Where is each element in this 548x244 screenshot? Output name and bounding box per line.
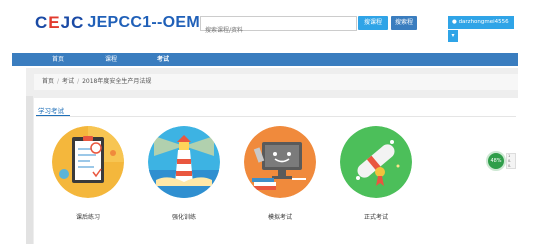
progress-ring[interactable]: 48% — [486, 151, 506, 171]
logo-letter: C — [71, 13, 84, 32]
widget-panel: 1 0. 0. — [506, 153, 516, 169]
section-title: 学习考试 — [38, 107, 64, 115]
logo-letter: J — [60, 13, 71, 32]
search-box[interactable] — [200, 16, 357, 37]
exam-paper-icon[interactable] — [52, 126, 124, 198]
lighthouse-icon[interactable] — [148, 126, 220, 198]
logo-letter: C — [35, 13, 48, 32]
user-dropdown-toggle[interactable]: ▾ — [448, 30, 458, 42]
card-practice[interactable]: 课后练习 — [48, 126, 128, 236]
search-course-button[interactable]: 搜课程 — [358, 16, 388, 30]
section-divider — [36, 116, 516, 117]
nav-item-course[interactable]: 课程 — [105, 53, 117, 66]
card-label[interactable]: 强化训练 — [144, 212, 224, 221]
sidebar-strip — [26, 96, 33, 244]
logo-mark: C E J C — [35, 14, 83, 32]
card-formal-exam[interactable]: 正式考试 — [336, 126, 416, 236]
main-nav: 首页 课程 考试 — [12, 53, 518, 66]
main-content: 学习考试 课后练习 强化训练 模拟考试 正式考试 — [34, 98, 518, 244]
computer-monitor-icon[interactable] — [244, 126, 316, 198]
card-mock-exam[interactable]: 模拟考试 — [240, 126, 320, 236]
logo[interactable]: C E J C JEPCC1--OEM — [35, 14, 200, 32]
widget-line: 0. — [508, 164, 512, 168]
speed-widget[interactable]: 48% 1 0. 0. — [486, 151, 518, 173]
breadcrumb-home[interactable]: 首页 — [42, 78, 54, 85]
breadcrumb-exam[interactable]: 考试 — [62, 78, 74, 85]
breadcrumb-separator: / — [77, 78, 80, 85]
card-label[interactable]: 模拟考试 — [240, 212, 320, 221]
user-name: darzhongmei4556 — [458, 19, 509, 25]
breadcrumb-separator: / — [57, 78, 60, 85]
card-label[interactable]: 课后练习 — [48, 212, 128, 221]
logo-text: JEPCC1--OEM — [87, 14, 201, 31]
card-training[interactable]: 强化训练 — [144, 126, 224, 236]
user-menu-button[interactable]: ● darzhongmei4556 — [448, 16, 514, 29]
search-button[interactable]: 搜索程 — [391, 16, 417, 30]
search-input[interactable] — [201, 24, 355, 37]
nav-item-exam[interactable]: 考试 — [157, 53, 169, 66]
breadcrumb: 首页 / 考试/2018年度安全生产月法规 — [34, 74, 518, 90]
nav-item-home[interactable]: 首页 — [52, 53, 64, 66]
card-label[interactable]: 正式考试 — [336, 212, 416, 221]
diploma-icon[interactable] — [340, 126, 412, 198]
logo-letter: E — [48, 13, 60, 32]
breadcrumb-current: 2018年度安全生产月法规 — [82, 78, 152, 85]
header: C E J C JEPCC1--OEM 搜课程 搜索程 ● darzhongme… — [0, 0, 548, 46]
